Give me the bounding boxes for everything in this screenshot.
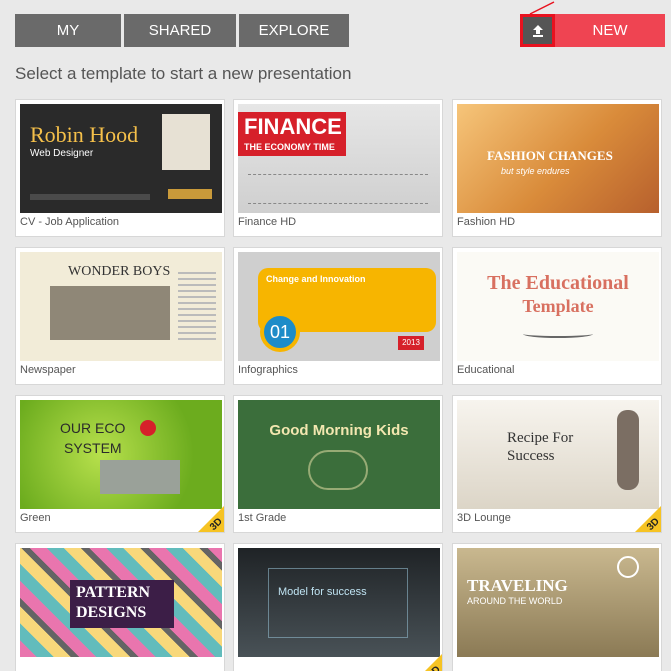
thumb-photo — [50, 286, 170, 340]
template-thumbnail: Good Morning Kids — [238, 400, 440, 509]
thumb-person — [617, 410, 639, 490]
thumb-subtitle: DESIGNS — [76, 604, 147, 621]
template-card-model[interactable]: Model for success 3D — [233, 543, 443, 671]
apple-icon — [140, 420, 156, 436]
callout-arrow — [529, 1, 555, 15]
template-card-1st-grade[interactable]: Good Morning Kids 1st Grade — [233, 395, 443, 533]
thumb-graph — [248, 174, 428, 204]
template-thumbnail: PATTERN DESIGNS — [20, 548, 222, 657]
template-thumbnail: The Educational Template — [457, 252, 659, 361]
template-caption: Finance HD — [238, 216, 297, 228]
template-thumbnail: FINANCE THE ECONOMY TIME — [238, 104, 440, 213]
template-caption: Fashion HD — [457, 216, 516, 228]
template-card-green[interactable]: OUR ECO SYSTEM 3D Green — [15, 395, 225, 533]
template-card-pattern[interactable]: PATTERN DESIGNS — [15, 543, 225, 671]
upload-button[interactable] — [520, 14, 555, 47]
thumb-title: FASHION CHANGES — [487, 148, 613, 163]
thumb-subtitle: Web Designer — [30, 148, 94, 159]
top-toolbar: MY SHARED EXPLORE NEW — [15, 14, 665, 47]
upload-icon — [532, 24, 543, 37]
template-caption: Educational — [457, 364, 515, 376]
thumb-city — [100, 460, 180, 494]
template-card-traveling[interactable]: TRAVELING AROUND THE WORLD — [452, 543, 662, 671]
thumb-title: The Educational — [487, 272, 629, 294]
social-icons — [168, 189, 212, 199]
template-thumbnail: Recipe For Success — [457, 400, 659, 509]
thumb-title: OUR ECO — [60, 420, 126, 436]
template-caption: 3D Lounge — [457, 512, 511, 524]
template-caption: Green — [20, 512, 51, 524]
template-thumbnail: Robin Hood Web Designer — [20, 104, 222, 213]
template-card-cv[interactable]: Robin Hood Web Designer CV - Job Applica… — [15, 99, 225, 237]
thumb-subtitle: Success — [507, 448, 555, 464]
template-card-fashion[interactable]: FASHION CHANGES but style endures Fashio… — [452, 99, 662, 237]
thumb-title: Good Morning Kids — [269, 422, 409, 439]
thumb-ornament — [523, 330, 593, 338]
thumb-subtitle: SYSTEM — [64, 440, 122, 456]
thumb-title: TRAVELING — [467, 576, 568, 595]
template-card-educational[interactable]: The Educational Template Educational — [452, 247, 662, 385]
new-button[interactable]: NEW — [555, 14, 665, 47]
thumb-number: 01 — [260, 312, 300, 352]
template-caption: Newspaper — [20, 364, 76, 376]
thumb-title: WONDER BOYS — [68, 264, 171, 279]
thumb-drawing — [308, 450, 368, 490]
thumb-title: PATTERN — [76, 584, 151, 601]
template-caption: 1st Grade — [238, 512, 287, 524]
template-card-infographics[interactable]: Change and Innovation 01 2013 Infographi… — [233, 247, 443, 385]
thumb-title: Robin Hood — [30, 122, 139, 147]
avatar — [162, 114, 210, 170]
thumb-title: Change and Innovation — [266, 274, 366, 284]
thumb-title: FINANCE — [244, 114, 342, 139]
thumb-subtitle: Template — [522, 296, 594, 316]
template-thumbnail: FASHION CHANGES but style endures — [457, 104, 659, 213]
thumb-subtitle: AROUND THE WORLD — [467, 596, 563, 606]
tab-shared[interactable]: SHARED — [124, 14, 236, 47]
thumb-board — [268, 568, 408, 638]
template-thumbnail: WONDER BOYS — [20, 252, 222, 361]
thumb-year: 2013 — [398, 336, 424, 350]
template-caption: Infographics — [238, 364, 298, 376]
template-card-3d-lounge[interactable]: Recipe For Success 3D 3D Lounge — [452, 395, 662, 533]
thumb-line — [30, 194, 150, 200]
thumb-subtitle: THE ECONOMY TIME — [244, 142, 335, 152]
template-thumbnail: Model for success — [238, 548, 440, 657]
globe-icon — [617, 556, 639, 578]
template-card-newspaper[interactable]: WONDER BOYS Newspaper — [15, 247, 225, 385]
template-card-finance[interactable]: FINANCE THE ECONOMY TIME Finance HD — [233, 99, 443, 237]
template-thumbnail: Change and Innovation 01 2013 — [238, 252, 440, 361]
thumb-subtitle: but style endures — [501, 166, 570, 176]
template-thumbnail: TRAVELING AROUND THE WORLD — [457, 548, 659, 657]
template-thumbnail: OUR ECO SYSTEM — [20, 400, 222, 509]
tab-my[interactable]: MY — [15, 14, 121, 47]
tab-explore[interactable]: EXPLORE — [239, 14, 349, 47]
thumb-columns — [178, 272, 216, 342]
template-caption: CV - Job Application — [20, 216, 120, 228]
thumb-title: Recipe For — [507, 430, 574, 446]
thumb-title: Model for success — [278, 586, 367, 598]
page-title: Select a template to start a new present… — [15, 64, 352, 83]
